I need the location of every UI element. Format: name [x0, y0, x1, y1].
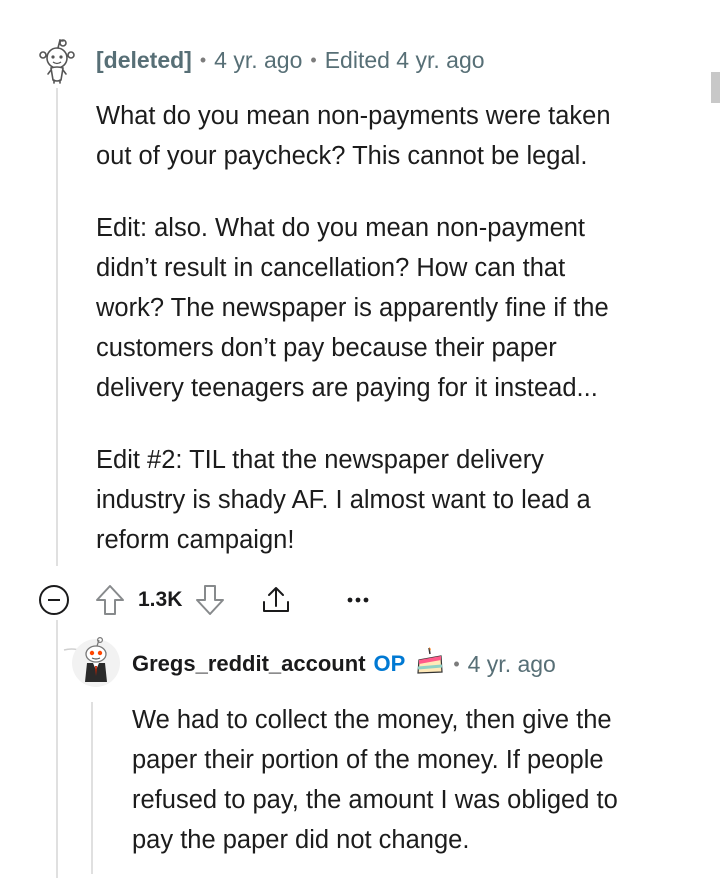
share-button[interactable] — [258, 582, 294, 618]
vote-count: 1.3K — [138, 588, 183, 611]
more-options-icon — [347, 597, 369, 603]
scrollbar-thumb[interactable] — [711, 72, 720, 103]
comment-body: What do you mean non-payments were taken… — [96, 96, 696, 592]
meta-separator-dot: • — [310, 49, 317, 70]
collapse-button[interactable] — [38, 584, 70, 616]
comment-body: We had to collect the money, then give t… — [132, 700, 712, 878]
comment-action-bar: 1.3K — [38, 580, 376, 620]
op-badge: OP — [373, 651, 406, 676]
more-options-button[interactable] — [340, 582, 376, 618]
thread-line-comment1-branch[interactable] — [56, 620, 58, 878]
thread-line-comment1[interactable] — [56, 88, 58, 566]
comment-age[interactable]: 4 yr. ago — [468, 651, 556, 678]
snoo-avatar-icon[interactable] — [60, 630, 120, 690]
share-icon — [263, 587, 290, 612]
upvote-button[interactable] — [92, 582, 128, 618]
thread-line-comment2[interactable] — [91, 702, 93, 874]
user-flair — [415, 646, 445, 682]
comment-meta: Gregs_reddit_account OP • 4 yr. ago — [132, 646, 556, 682]
comment-paragraph: What do you mean non-payments were taken… — [96, 102, 611, 170]
comment-paragraph: Edit: also. What do you mean non-payment… — [96, 214, 609, 402]
comment-age[interactable]: 4 yr. ago — [214, 47, 302, 74]
cake-icon — [417, 647, 443, 674]
downvote-button[interactable] — [192, 582, 228, 618]
meta-separator-dot: • — [453, 653, 460, 674]
downvote-arrow-icon — [196, 585, 225, 615]
snoo-avatar-icon[interactable] — [36, 38, 78, 84]
upvote-arrow-icon — [96, 585, 124, 615]
minus-circle-icon — [39, 585, 69, 615]
edited-label: Edited 4 yr. ago — [324, 46, 485, 73]
comment-author[interactable]: Gregs_reddit_account — [132, 651, 366, 677]
comment-author[interactable]: [deleted] — [96, 47, 192, 74]
comment-meta: [deleted] • 4 yr. ago • Edited 4 yr. ago — [96, 44, 485, 76]
comment-paragraph: Edit #2: TIL that the newspaper delivery… — [96, 446, 591, 554]
comment-paragraph: We had to collect the money, then give t… — [132, 706, 618, 854]
meta-separator-dot: • — [199, 49, 207, 70]
